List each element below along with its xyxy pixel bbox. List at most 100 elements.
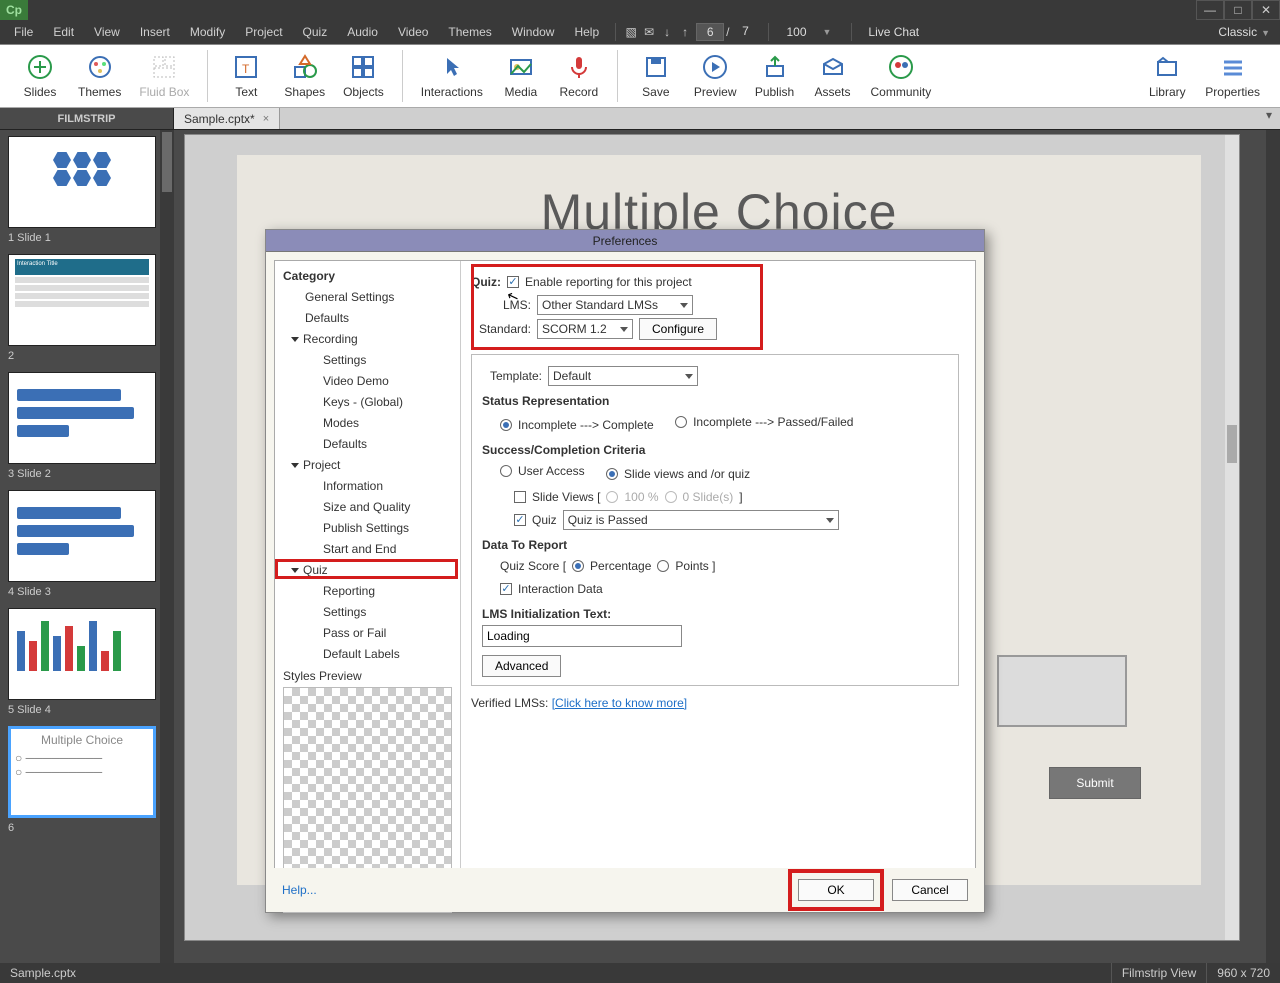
- current-page-input[interactable]: 6: [696, 23, 724, 41]
- status-opt-complete[interactable]: Incomplete ---> Complete: [500, 418, 654, 432]
- score-points[interactable]: Points ]: [657, 559, 715, 573]
- ribbon-community[interactable]: Community: [871, 53, 932, 99]
- tree-rec-keys[interactable]: Keys - (Global): [275, 392, 460, 413]
- tree-proj-info[interactable]: Information: [275, 476, 460, 497]
- window-maximize-button[interactable]: □: [1224, 0, 1252, 20]
- standard-select[interactable]: SCORM 1.2: [537, 319, 633, 339]
- help-link[interactable]: Help...: [282, 883, 317, 897]
- ribbon-properties[interactable]: Properties: [1205, 53, 1260, 99]
- lms-label: LMS:: [471, 298, 531, 312]
- menu-themes[interactable]: Themes: [438, 22, 501, 42]
- tree-quiz-settings[interactable]: Settings: [275, 602, 460, 623]
- canvas-hscrollbar[interactable]: [185, 924, 1225, 938]
- score-percentage[interactable]: Percentage: [572, 559, 651, 573]
- assets-icon: [819, 53, 847, 81]
- menu-project[interactable]: Project: [235, 22, 292, 42]
- plus-icon: [26, 53, 54, 81]
- menu-file[interactable]: File: [4, 22, 43, 42]
- ribbon-slides[interactable]: Slides: [20, 53, 60, 99]
- tree-rec-settings[interactable]: Settings: [275, 350, 460, 371]
- submit-button[interactable]: Submit: [1049, 767, 1141, 799]
- ribbon-publish[interactable]: Publish: [755, 53, 795, 99]
- ribbon-save[interactable]: Save: [636, 53, 676, 99]
- criteria-user-access[interactable]: User Access: [500, 464, 585, 478]
- lms-select[interactable]: Other Standard LMSs: [537, 295, 693, 315]
- tree-quiz-labels[interactable]: Default Labels: [275, 644, 460, 665]
- slide-thumb-5[interactable]: [8, 608, 156, 700]
- menu-video[interactable]: Video: [388, 22, 438, 42]
- tree-quiz[interactable]: Quiz: [275, 560, 460, 581]
- tree-proj-publish[interactable]: Publish Settings: [275, 518, 460, 539]
- ribbon-shapes[interactable]: Shapes: [284, 53, 325, 99]
- menu-window[interactable]: Window: [502, 22, 565, 42]
- tree-general[interactable]: General Settings: [275, 287, 460, 308]
- verified-lms-link[interactable]: [Click here to know more]: [552, 696, 687, 710]
- menu-modify[interactable]: Modify: [180, 22, 235, 42]
- slide-thumb-6[interactable]: Multiple Choice ○ ───────── ○ ─────────: [8, 726, 156, 818]
- document-tab[interactable]: Sample.cptx* ×: [174, 108, 280, 129]
- advanced-button[interactable]: Advanced: [482, 655, 561, 677]
- tree-rec-defaults[interactable]: Defaults: [275, 434, 460, 455]
- ribbon-objects[interactable]: Objects: [343, 53, 384, 99]
- enable-reporting-checkbox[interactable]: Enable reporting for this project: [507, 275, 692, 289]
- interaction-data-checkbox[interactable]: Interaction Data: [500, 582, 603, 596]
- slide-thumb-4[interactable]: [8, 490, 156, 582]
- status-opt-passedfailed[interactable]: Incomplete ---> Passed/Failed: [675, 415, 853, 429]
- upload-icon[interactable]: ↑: [676, 23, 694, 41]
- slide-views-checkbox[interactable]: Slide Views [: [514, 490, 600, 504]
- download-icon[interactable]: ↓: [658, 23, 676, 41]
- tree-quiz-passfail[interactable]: Pass or Fail: [275, 623, 460, 644]
- quiz-label: Quiz:: [471, 275, 501, 289]
- window-minimize-button[interactable]: —: [1196, 0, 1224, 20]
- tree-quiz-reporting[interactable]: Reporting: [275, 581, 460, 602]
- menu-quiz[interactable]: Quiz: [293, 22, 338, 42]
- quiz-checkbox[interactable]: Quiz: [514, 513, 557, 527]
- window-close-button[interactable]: ✕: [1252, 0, 1280, 20]
- tree-defaults[interactable]: Defaults: [275, 308, 460, 329]
- ribbon-record[interactable]: Record: [559, 53, 599, 99]
- filmstrip-scrollbar[interactable]: [160, 130, 174, 963]
- ribbon-media[interactable]: Media: [501, 53, 541, 99]
- workspace-selector[interactable]: Classic▼: [1208, 22, 1280, 42]
- ribbon-library[interactable]: Library: [1147, 53, 1187, 99]
- right-scrollbar[interactable]: [1266, 130, 1280, 963]
- answer-placeholder[interactable]: [997, 655, 1127, 727]
- tree-proj-startend[interactable]: Start and End: [275, 539, 460, 560]
- tree-rec-modes[interactable]: Modes: [275, 413, 460, 434]
- lms-init-input[interactable]: [482, 625, 682, 647]
- zoom-level[interactable]: 100: [775, 25, 819, 39]
- mail-icon[interactable]: ✉: [640, 23, 658, 41]
- ribbon-text[interactable]: T Text: [226, 53, 266, 99]
- ribbon-assets[interactable]: Assets: [813, 53, 853, 99]
- tree-rec-videodemo[interactable]: Video Demo: [275, 371, 460, 392]
- text-icon: T: [232, 53, 260, 81]
- slide-thumb-3[interactable]: [8, 372, 156, 464]
- criteria-slide-views[interactable]: Slide views and /or quiz: [606, 467, 750, 481]
- quiz-criteria-select[interactable]: Quiz is Passed: [563, 510, 839, 530]
- slide-thumb-1[interactable]: [8, 136, 156, 228]
- menu-help[interactable]: Help: [564, 22, 609, 42]
- tree-recording[interactable]: Recording: [275, 329, 460, 350]
- ribbon-interactions[interactable]: Interactions: [421, 53, 483, 99]
- highlight-annotation: [788, 869, 884, 911]
- template-select[interactable]: Default: [548, 366, 698, 386]
- menu-insert[interactable]: Insert: [130, 22, 180, 42]
- menu-audio[interactable]: Audio: [337, 22, 388, 42]
- slide-thumb-2[interactable]: Interaction Title: [8, 254, 156, 346]
- tree-proj-size[interactable]: Size and Quality: [275, 497, 460, 518]
- tree-project[interactable]: Project: [275, 455, 460, 476]
- menu-view[interactable]: View: [84, 22, 130, 42]
- canvas-vscrollbar[interactable]: [1225, 135, 1239, 940]
- status-view: Filmstrip View: [1111, 963, 1206, 983]
- configure-button[interactable]: Configure: [639, 318, 717, 340]
- ribbon-preview[interactable]: Preview: [694, 53, 737, 99]
- ribbon-themes[interactable]: Themes: [78, 53, 121, 99]
- cancel-button[interactable]: Cancel: [892, 879, 968, 901]
- menu-edit[interactable]: Edit: [43, 22, 84, 42]
- live-chat-button[interactable]: Live Chat: [858, 22, 929, 42]
- zoom-caret-icon[interactable]: ▼: [823, 27, 832, 37]
- status-icon[interactable]: ▧: [622, 23, 640, 41]
- close-icon[interactable]: ×: [263, 108, 269, 130]
- panel-tab-filmstrip[interactable]: FILMSTRIP: [0, 108, 174, 129]
- canvas[interactable]: Multiple Choice Submit Preferences Categ…: [184, 134, 1240, 941]
